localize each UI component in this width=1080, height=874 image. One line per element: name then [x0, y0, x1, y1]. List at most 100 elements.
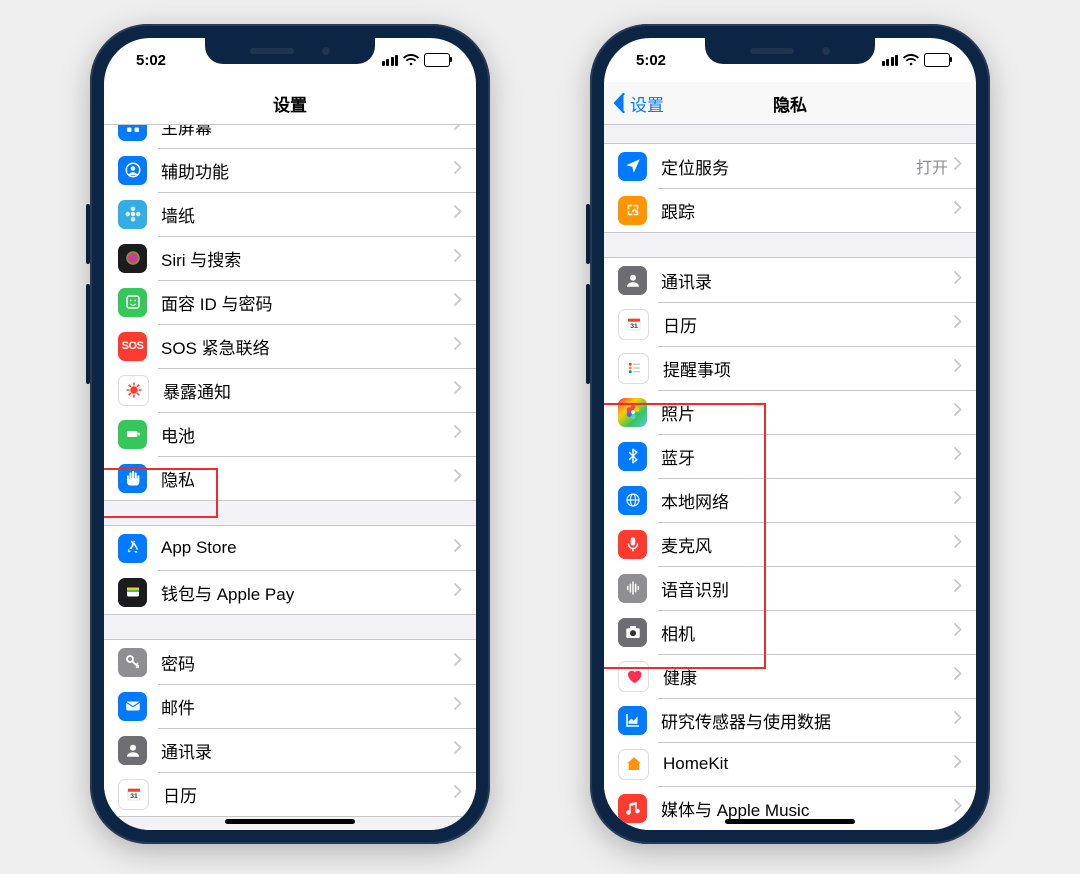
- battery-icon: [424, 53, 450, 67]
- row-label: 研究传感器与使用数据: [661, 708, 954, 733]
- row-passwords[interactable]: 密码: [104, 640, 476, 684]
- status-indicators: [382, 53, 451, 67]
- row-label: 密码: [161, 650, 454, 675]
- chevron-right-icon: [954, 491, 962, 509]
- row-value: 打开: [916, 154, 948, 178]
- chevron-right-icon: [454, 205, 462, 223]
- row-microphone[interactable]: 麦克风: [604, 522, 976, 566]
- key-icon: [118, 648, 147, 677]
- nav-bar: 设置 隐私: [604, 82, 976, 125]
- row-mail[interactable]: 邮件: [104, 684, 476, 728]
- settings-content[interactable]: 主屏幕 辅助功能 墙纸 Siri 与搜索 面容 ID 与密码 SOS SOS 紧…: [104, 125, 476, 830]
- bluetooth-icon: [618, 442, 647, 471]
- wifi-icon: [903, 54, 919, 66]
- row-camera[interactable]: 相机: [604, 610, 976, 654]
- row-speech[interactable]: 语音识别: [604, 566, 976, 610]
- mail-icon: [118, 692, 147, 721]
- chevron-right-icon: [954, 711, 962, 729]
- row-tracking[interactable]: 跟踪: [604, 188, 976, 232]
- battery-icon: [118, 420, 147, 449]
- music-icon: [618, 794, 647, 823]
- hand-icon: [118, 464, 147, 493]
- row-wallet[interactable]: 钱包与 Apple Pay: [104, 570, 476, 614]
- chevron-right-icon: [454, 539, 462, 557]
- home-indicator[interactable]: [725, 819, 855, 824]
- row-reminders[interactable]: 提醒事项: [604, 346, 976, 390]
- chevron-right-icon: [954, 579, 962, 597]
- row-label: 跟踪: [661, 198, 954, 223]
- row-contacts2[interactable]: 通讯录: [104, 728, 476, 772]
- chevron-right-icon: [454, 125, 462, 135]
- row-exposure[interactable]: 暴露通知: [104, 368, 476, 412]
- home-indicator[interactable]: [225, 819, 355, 824]
- row-label: Siri 与搜索: [161, 246, 454, 271]
- row-label: 日历: [663, 312, 954, 337]
- row-wallpaper[interactable]: 墙纸: [104, 192, 476, 236]
- back-label: 设置: [630, 91, 664, 116]
- row-privacy[interactable]: 隐私: [104, 456, 476, 500]
- row-battery[interactable]: 电池: [104, 412, 476, 456]
- row-sos[interactable]: SOS SOS 紧急联络: [104, 324, 476, 368]
- settings-group: 通讯录 31 日历 提醒事项 照片 蓝牙 本地网络 麦克风 语音识别 相机 健康: [604, 257, 976, 830]
- chevron-right-icon: [954, 403, 962, 421]
- row-label: 通讯录: [661, 268, 954, 293]
- settings-group: 定位服务 打开 跟踪: [604, 143, 976, 233]
- row-calendar2[interactable]: 31 日历: [104, 772, 476, 816]
- battery-icon: [924, 53, 950, 67]
- contacts-icon: [118, 736, 147, 765]
- row-homekit[interactable]: HomeKit: [604, 742, 976, 786]
- chevron-right-icon: [954, 535, 962, 553]
- row-contacts[interactable]: 通讯录: [604, 258, 976, 302]
- row-label: 本地网络: [661, 488, 954, 513]
- row-label: 邮件: [161, 694, 454, 719]
- chevron-right-icon: [454, 293, 462, 311]
- faceid-icon: [118, 288, 147, 317]
- cellular-icon: [882, 55, 899, 66]
- virus-icon: [118, 375, 149, 406]
- calendar-icon: 31: [118, 779, 149, 810]
- row-calendar[interactable]: 31 日历: [604, 302, 976, 346]
- status-time: 5:02: [636, 52, 666, 69]
- row-label: 通讯录: [161, 738, 454, 763]
- status-time: 5:02: [136, 52, 166, 69]
- chevron-right-icon: [454, 785, 462, 803]
- row-label: 蓝牙: [661, 444, 954, 469]
- page-title: 隐私: [773, 91, 807, 116]
- row-health[interactable]: 健康: [604, 654, 976, 698]
- chevron-right-icon: [454, 741, 462, 759]
- mic-icon: [618, 530, 647, 559]
- chevron-right-icon: [954, 667, 962, 685]
- row-location[interactable]: 定位服务 打开: [604, 144, 976, 188]
- contacts-icon: [618, 266, 647, 295]
- row-appstore[interactable]: App Store: [104, 526, 476, 570]
- svg-text:31: 31: [630, 323, 638, 330]
- phone-privacy: 5:02 设置 隐私 定位服务 打开 跟踪 通讯录 31 日历: [590, 24, 990, 844]
- row-label: HomeKit: [663, 754, 954, 774]
- back-button[interactable]: 设置: [612, 91, 664, 116]
- row-label: 墙纸: [161, 202, 454, 227]
- row-label: 电池: [161, 422, 454, 447]
- home-icon: [618, 749, 649, 780]
- row-siri[interactable]: Siri 与搜索: [104, 236, 476, 280]
- row-label: 隐私: [161, 466, 454, 491]
- row-bluetooth[interactable]: 蓝牙: [604, 434, 976, 478]
- research-icon: [618, 706, 647, 735]
- row-photos[interactable]: 照片: [604, 390, 976, 434]
- row-label: 辅助功能: [161, 158, 454, 183]
- cellular-icon: [382, 55, 399, 66]
- row-localnet[interactable]: 本地网络: [604, 478, 976, 522]
- settings-group: 主屏幕 辅助功能 墙纸 Siri 与搜索 面容 ID 与密码 SOS SOS 紧…: [104, 125, 476, 501]
- chevron-right-icon: [954, 799, 962, 817]
- row-faceid[interactable]: 面容 ID 与密码: [104, 280, 476, 324]
- row-label: 健康: [663, 664, 954, 689]
- chevron-right-icon: [454, 697, 462, 715]
- row-label: SOS 紧急联络: [161, 334, 454, 359]
- row-accessibility[interactable]: 辅助功能: [104, 148, 476, 192]
- reminders-icon: [618, 353, 649, 384]
- grid-icon: [118, 125, 147, 141]
- appstore-icon: [118, 534, 147, 563]
- privacy-content[interactable]: 定位服务 打开 跟踪 通讯录 31 日历 提醒事项 照片 蓝牙 本地网络 麦克风…: [604, 125, 976, 830]
- row-home-screen[interactable]: 主屏幕: [104, 125, 476, 148]
- row-label: 提醒事项: [663, 356, 954, 381]
- row-research[interactable]: 研究传感器与使用数据: [604, 698, 976, 742]
